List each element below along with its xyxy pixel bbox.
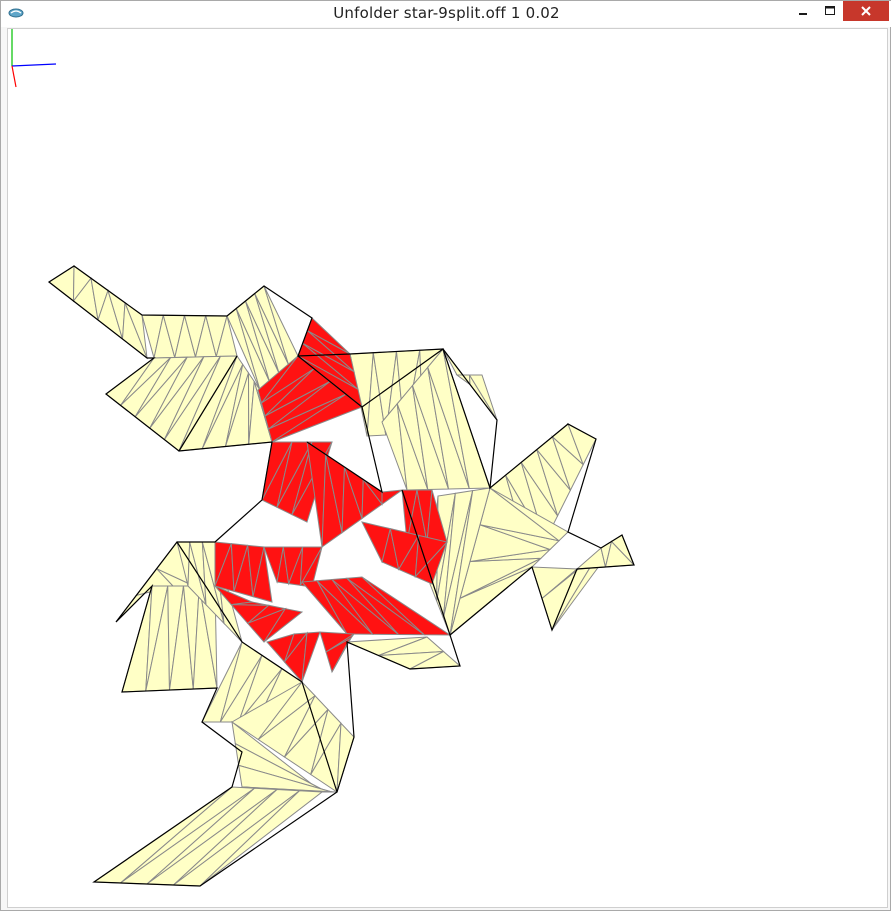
title-bar[interactable]: Unfolder star-9split.off 1 0.02 xyxy=(1,1,892,27)
selected-face xyxy=(381,489,404,506)
unfolded-mesh[interactable] xyxy=(8,29,888,908)
minimize-button[interactable] xyxy=(789,1,817,21)
axis-gizmo xyxy=(11,29,57,88)
mesh-face xyxy=(48,265,75,303)
close-icon xyxy=(861,6,871,16)
maximize-button[interactable] xyxy=(817,1,843,21)
close-button[interactable] xyxy=(843,1,889,21)
app-window: Unfolder star-9split.off 1 0.02 xyxy=(0,0,892,911)
window-title: Unfolder star-9split.off 1 0.02 xyxy=(333,4,560,22)
maximize-icon xyxy=(825,6,835,15)
minimize-icon xyxy=(799,13,807,15)
mesh-face xyxy=(575,547,607,570)
3d-viewport[interactable] xyxy=(7,28,888,908)
x-axis-line xyxy=(11,63,57,67)
z-axis-line xyxy=(11,65,17,88)
mesh-face xyxy=(468,374,498,421)
